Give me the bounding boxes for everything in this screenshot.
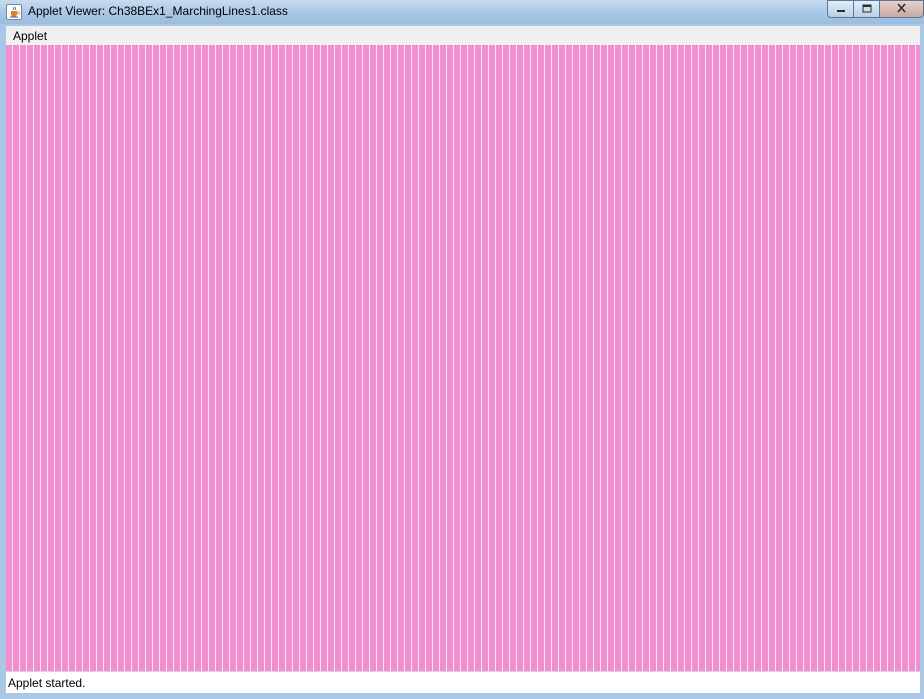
title-bar[interactable]: Applet Viewer: Ch38BEx1_MarchingLines1.c…	[0, 0, 924, 24]
status-text: Applet started.	[8, 676, 86, 690]
minimize-icon	[836, 0, 846, 18]
menu-bar: Applet	[6, 26, 920, 45]
maximize-icon	[862, 0, 872, 18]
close-button[interactable]	[879, 0, 924, 18]
close-icon	[896, 0, 907, 18]
applet-canvas[interactable]	[6, 45, 920, 671]
maximize-button[interactable]	[853, 0, 879, 18]
status-bar: Applet started.	[6, 671, 920, 693]
minimize-button[interactable]	[827, 0, 853, 18]
menu-item-applet[interactable]: Applet	[13, 29, 47, 43]
window-controls	[827, 0, 924, 19]
window-title: Applet Viewer: Ch38BEx1_MarchingLines1.c…	[28, 4, 288, 18]
applet-viewer-window: Applet Viewer: Ch38BEx1_MarchingLines1.c…	[0, 0, 924, 699]
java-cup-icon[interactable]	[6, 4, 22, 20]
